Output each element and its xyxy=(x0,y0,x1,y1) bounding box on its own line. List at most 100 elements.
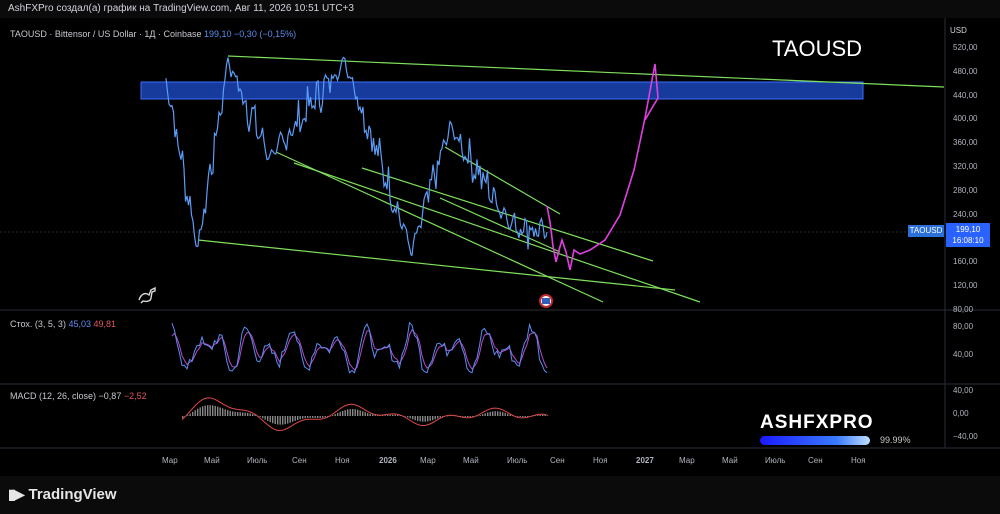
macd-histogram-bar xyxy=(299,416,301,420)
macd-histogram-bar xyxy=(232,411,234,416)
macd-histogram-bar xyxy=(194,410,196,416)
macd-histogram-bar xyxy=(412,416,414,420)
macd-histogram-bar xyxy=(332,415,334,416)
macd-histogram-bar xyxy=(277,416,279,425)
macd-histogram-bar xyxy=(502,412,504,416)
time-tick-label: Сен xyxy=(808,456,823,465)
time-tick-label: Ноя xyxy=(851,456,866,465)
macd-histogram-bar xyxy=(224,409,226,416)
watermark-percent: 99.99% xyxy=(880,435,911,445)
macd-histogram-bar xyxy=(272,416,274,424)
trend-line-2 xyxy=(293,162,701,303)
chart-header: AshFXPro создал(а) график на TradingView… xyxy=(0,0,1000,18)
macd-histogram-bar xyxy=(259,416,261,417)
bar-countdown: 16:08:10 xyxy=(952,236,984,245)
macd-histogram-bar xyxy=(307,416,309,419)
currency-label[interactable]: USD xyxy=(950,26,967,35)
macd-histogram-bar xyxy=(227,410,229,416)
macd-histogram-bar xyxy=(507,413,509,416)
macd-histogram-bar xyxy=(539,414,541,416)
macd-histogram-bar xyxy=(284,416,286,425)
stoch-legend: Стох. (3, 5, 3) 45,03 49,81 xyxy=(10,319,116,329)
macd-histogram-bar xyxy=(499,411,501,416)
macd-histogram-bar xyxy=(222,408,224,416)
macd-histogram-bar xyxy=(187,415,189,416)
chart-area[interactable] xyxy=(0,18,1000,476)
macd-histogram-bar xyxy=(414,416,416,421)
time-tick-label: Июль xyxy=(507,456,528,465)
footer-bar: ▮▶ TradingView xyxy=(0,476,1000,514)
macd-histogram-bar xyxy=(262,416,264,419)
time-tick-label: Мар xyxy=(420,456,436,465)
macd-histogram-bar xyxy=(367,413,369,416)
macd-tick-label: 0,00 xyxy=(953,409,969,418)
macd-histogram-bar xyxy=(197,408,199,416)
macd-tick-label: −40,00 xyxy=(953,432,978,441)
price-tick-label: 360,00 xyxy=(953,138,978,148)
macd-histogram-bar xyxy=(249,413,251,416)
macd-histogram-bar xyxy=(309,416,311,418)
macd-histogram-bar xyxy=(292,416,294,422)
trend-line-bottom xyxy=(197,239,676,291)
current-price: 199,10 xyxy=(955,225,981,234)
time-tick-label: Июль xyxy=(765,456,786,465)
macd-histogram-bar xyxy=(404,416,406,417)
tradingview-logo[interactable]: ▮▶ TradingView xyxy=(8,484,117,504)
time-tick-label: Май xyxy=(722,456,738,465)
price-tick-label: 480,00 xyxy=(953,66,978,76)
macd-histogram-bar xyxy=(492,411,494,416)
macd-histogram-bar xyxy=(359,410,361,416)
macd-histogram-bar xyxy=(422,416,424,422)
macd-histogram-bar xyxy=(497,411,499,416)
macd-histogram-bar xyxy=(297,416,299,421)
macd-histogram-bar xyxy=(322,416,324,418)
macd-histogram-bar xyxy=(424,416,426,422)
macd-histogram-bar xyxy=(467,416,469,418)
macd-histogram-bar xyxy=(349,409,351,416)
macd-histogram-bar xyxy=(304,416,306,419)
macd-histogram-bar xyxy=(209,405,211,416)
price-tick-label: 160,00 xyxy=(953,257,978,267)
stoch-label: Стох. (3, 5, 3) xyxy=(10,319,66,329)
macd-histogram-bar xyxy=(392,414,394,416)
macd-histogram-bar xyxy=(279,416,281,425)
macd-histogram-bar xyxy=(189,413,191,416)
macd-histogram-bar xyxy=(522,416,524,418)
macd-histogram-bar xyxy=(314,416,316,418)
macd-histogram-bar xyxy=(219,407,221,416)
macd-histogram-bar xyxy=(504,412,506,416)
macd-histogram-bar xyxy=(244,412,246,416)
macd-histogram-bar xyxy=(387,415,389,416)
macd-histogram-bar xyxy=(207,405,209,416)
macd-histogram-bar xyxy=(294,416,296,421)
price-tick-label: 240,00 xyxy=(953,209,978,219)
macd-histogram-bar xyxy=(479,414,481,416)
time-tick-label: Май xyxy=(204,456,220,465)
price-tick-label: 520,00 xyxy=(953,43,978,52)
macd-histogram-bar xyxy=(542,414,544,416)
stoch-tick-label: 40,00 xyxy=(953,350,974,359)
macd-histogram-bar xyxy=(344,410,346,416)
macd-histogram-bar xyxy=(214,405,216,416)
macd-histogram-bar xyxy=(252,413,254,416)
macd-histogram-bar xyxy=(334,414,336,416)
macd-histogram-bar xyxy=(374,415,376,416)
macd-histogram-bar xyxy=(429,416,431,421)
us-flag-event-icon xyxy=(539,294,553,308)
macd-histogram-bar xyxy=(269,416,271,423)
trend-line-4 xyxy=(444,146,561,215)
watermark-progress-bar xyxy=(760,436,870,445)
macd-histogram-bar xyxy=(217,406,219,416)
stoch-k-line xyxy=(171,321,548,374)
macd-histogram-bar xyxy=(317,416,319,418)
macd-histogram-bar xyxy=(234,411,236,416)
macd-histogram-bar xyxy=(462,416,464,417)
macd-histogram-bar xyxy=(302,416,304,419)
macd-value-1: −0,87 xyxy=(98,391,122,401)
legend-change: −0,30 (−0,15%) xyxy=(234,29,297,39)
time-tick-label: 2026 xyxy=(379,456,397,465)
macd-histogram-bar xyxy=(469,416,471,418)
macd-histogram-bar xyxy=(524,416,526,418)
macd-tick-label: 40,00 xyxy=(953,386,974,395)
time-tick-label: Июль xyxy=(247,456,268,465)
